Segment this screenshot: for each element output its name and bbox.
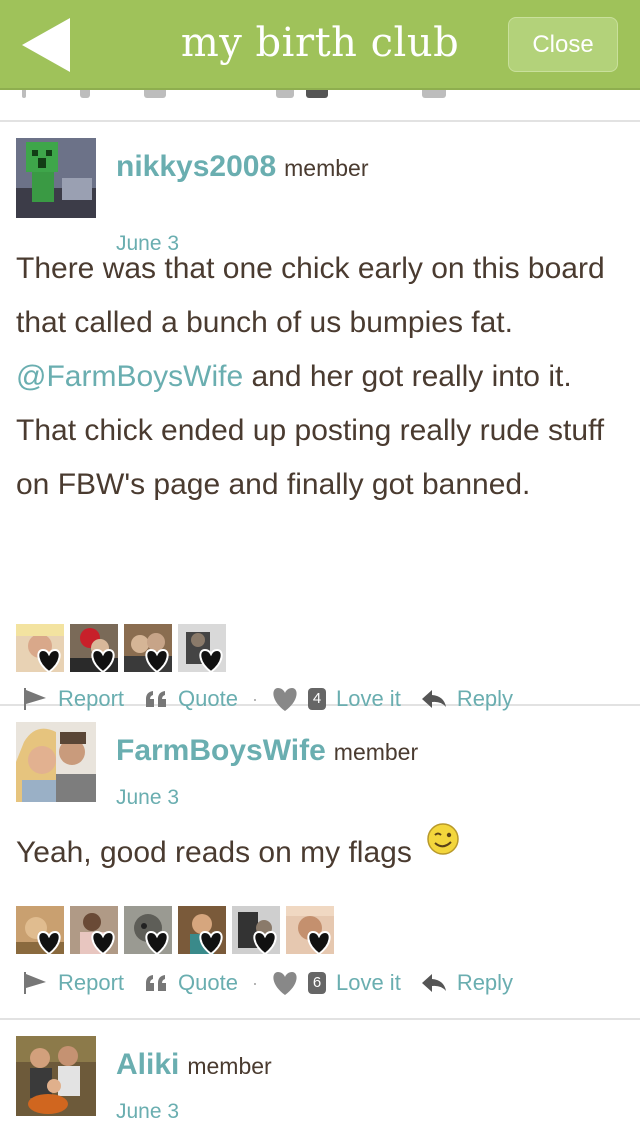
avatar[interactable] [16, 1036, 96, 1116]
quote-label[interactable]: Quote [178, 970, 238, 996]
flag-icon [24, 972, 46, 994]
lover-avatar[interactable] [124, 624, 178, 674]
lover-avatar[interactable] [232, 906, 286, 956]
post-body-text: Yeah, good reads on my flags [16, 836, 412, 869]
heart-icon [145, 648, 169, 674]
quote-icon [146, 975, 167, 991]
separator-dot: · [251, 972, 258, 993]
post-body: There was that one chick early on this b… [16, 242, 612, 512]
username-text[interactable]: nikkys2008 [116, 150, 276, 183]
post-actions: Report Quote · 6 Love it Reply [22, 968, 513, 998]
heart-icon [307, 930, 331, 956]
heart-icon [37, 648, 61, 674]
username-link[interactable]: Aliki member [116, 1048, 272, 1082]
previous-post-cutoff [0, 90, 640, 122]
post-item: FarmBoysWife member June 3 Yeah, good rea… [0, 706, 640, 1020]
username-text[interactable]: Aliki [116, 1048, 179, 1081]
lover-avatar[interactable] [70, 624, 124, 674]
app-header: my birth club Close [0, 0, 640, 90]
love-button[interactable]: 6 Love it [270, 970, 401, 996]
creeper-avatar-image [16, 138, 96, 218]
heart-icon [199, 930, 223, 956]
username-link[interactable]: nikkys2008 member [116, 150, 369, 184]
lover-avatar[interactable] [16, 624, 70, 674]
post-item: nikkys2008 member June 3 There was that o… [0, 122, 640, 711]
love-avatars [16, 906, 340, 956]
heart-icon [273, 972, 297, 995]
post-body: Yeah, good reads on my flags [16, 822, 612, 880]
heart-icon [91, 648, 115, 674]
heart-icon [253, 930, 277, 956]
wink-emoji-icon [427, 823, 459, 855]
heart-icon [199, 648, 223, 674]
close-button[interactable]: Close [508, 17, 618, 72]
reply-button[interactable]: Reply [421, 970, 513, 996]
cutoff-quote-icon [80, 90, 90, 98]
reply-arrow-icon [421, 974, 446, 992]
avatar[interactable] [16, 138, 96, 218]
heart-icon [145, 930, 169, 956]
report-label[interactable]: Report [58, 970, 124, 996]
couple-avatar-image [16, 722, 96, 802]
post-feed[interactable]: nikkys2008 member June 3 There was that o… [0, 90, 640, 1136]
reply-label[interactable]: Reply [457, 970, 513, 996]
report-button[interactable]: Report [22, 970, 124, 996]
lover-avatar[interactable] [286, 906, 340, 956]
cutoff-heart-icon [276, 90, 294, 98]
user-role: member [284, 155, 369, 181]
avatar[interactable] [16, 722, 96, 802]
user-role: member [333, 739, 419, 765]
post-date: June 3 [116, 786, 180, 809]
post-item: Aliki member June 3 [0, 1020, 640, 1136]
post-date: June 3 [116, 1100, 180, 1123]
lover-avatar[interactable] [178, 906, 232, 956]
lover-avatar[interactable] [16, 906, 70, 956]
family-avatar-image [16, 1036, 96, 1116]
user-role: member [187, 1053, 272, 1079]
cutoff-flag-icon [22, 90, 26, 98]
love-label[interactable]: Love it [336, 970, 401, 996]
mention-link[interactable]: @FarmBoysWife [16, 360, 243, 393]
username-text[interactable]: FarmBoysWife [116, 734, 326, 767]
username-link[interactable]: FarmBoysWife member [116, 734, 418, 768]
lover-avatar[interactable] [70, 906, 124, 956]
lover-avatar[interactable] [124, 906, 178, 956]
heart-icon [37, 930, 61, 956]
quote-button[interactable]: Quote [144, 970, 238, 996]
love-count-badge: 6 [307, 972, 326, 994]
heart-icon [91, 930, 115, 956]
cutoff-reply-icon [422, 90, 446, 98]
lover-avatar[interactable] [178, 624, 232, 674]
post-body-text: There was that one chick early on this b… [16, 252, 605, 339]
cutoff-quote-mark [144, 90, 166, 98]
cutoff-count-badge [306, 90, 328, 98]
love-avatars [16, 624, 232, 674]
